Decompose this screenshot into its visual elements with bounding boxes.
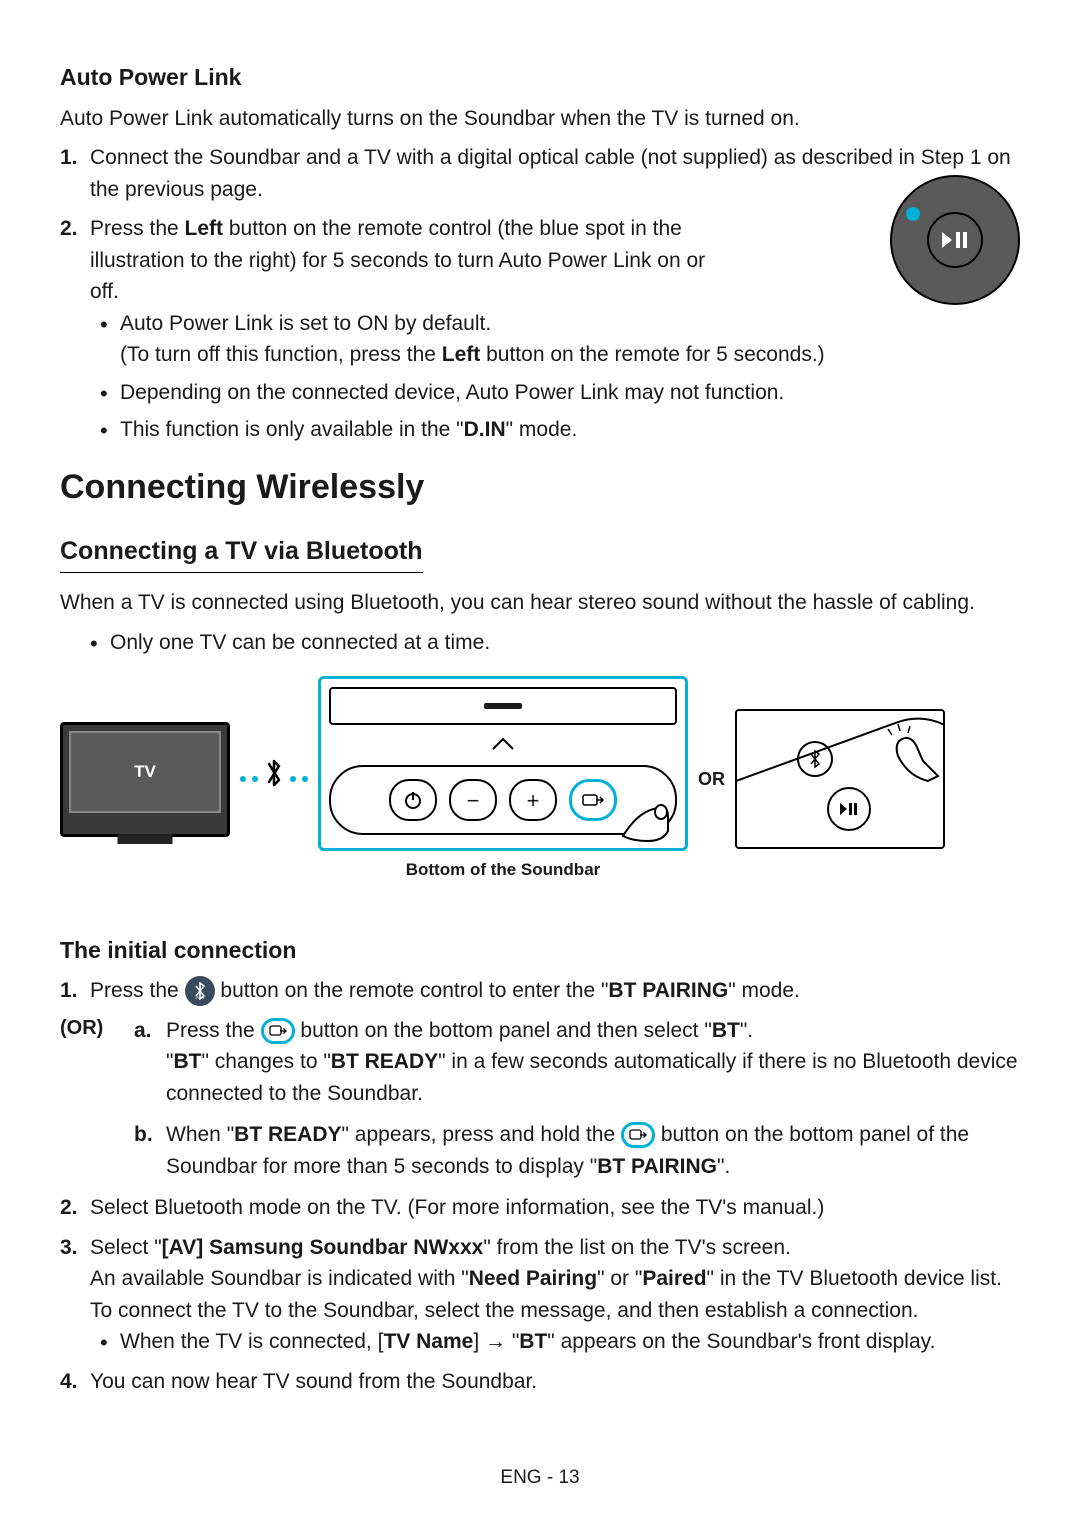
bluetooth-connection-icon <box>240 755 308 803</box>
bluetooth-icon <box>264 755 284 803</box>
source-button-highlighted <box>569 779 617 821</box>
ic-step-2: 2. Select Bluetooth mode on the TV. (For… <box>90 1192 1020 1224</box>
tv-figure: TV <box>60 722 230 837</box>
finger-press-icon <box>868 721 945 791</box>
page-footer: ENG - 13 <box>500 1464 579 1493</box>
connecting-via-bluetooth-heading: Connecting a TV via Bluetooth <box>60 533 423 574</box>
soundbar-top-view <box>329 687 677 725</box>
minus-button: − <box>449 779 497 821</box>
or-paren-label: (OR) <box>60 1013 103 1043</box>
source-inline-icon-2 <box>621 1122 655 1148</box>
source-inline-icon <box>261 1018 295 1044</box>
svg-text:PAIR: PAIR <box>195 995 204 1000</box>
or-label: OR <box>698 766 725 793</box>
apl-bullet-3: This function is only available in the "… <box>120 414 1020 446</box>
ic-step-1: 1. Press the PAIR button on the remote c… <box>90 975 1020 1007</box>
apl-step-1: 1. Connect the Soundbar and a TV with a … <box>90 142 1020 205</box>
power-button <box>389 779 437 821</box>
finger-tap-icon <box>613 796 703 846</box>
bt-pair-icon <box>808 749 822 769</box>
soundbar-caption: Bottom of the Soundbar <box>406 857 601 883</box>
ic-sub-a: a. Press the button on the bottom panel … <box>166 1015 1020 1110</box>
auto-power-link-steps: 1. Connect the Soundbar and a TV with a … <box>60 142 1020 446</box>
connecting-bullets: Only one TV can be connected at a time. <box>60 627 1020 659</box>
bt-pair-inline-icon: PAIR <box>185 976 215 1006</box>
apl-bullet-2: Depending on the connected device, Auto … <box>120 377 1020 409</box>
apl-step-2-bullets: Auto Power Link is set to ON by default.… <box>90 308 1020 446</box>
plus-button: + <box>509 779 557 821</box>
bluetooth-diagram: TV − + <box>60 676 1020 883</box>
apl-step-2: 2. Press the Left button on the remote c… <box>90 213 1020 446</box>
connecting-wirelessly-heading: Connecting Wirelessly <box>60 462 1020 513</box>
auto-power-link-title: Auto Power Link <box>60 60 1020 95</box>
initial-connection-title: The initial connection <box>60 933 1020 968</box>
ic-step-3: 3. Select "[AV] Samsung Soundbar NWxxx" … <box>90 1232 1020 1358</box>
arrow-up-icon <box>491 737 515 751</box>
ic-step-or: (OR) a. Press the button on the bottom p… <box>108 1015 1020 1183</box>
connecting-bullet-1: Only one TV can be connected at a time. <box>110 627 1020 659</box>
connecting-intro: When a TV is connected using Bluetooth, … <box>60 587 1020 619</box>
initial-connection-steps: 1. Press the PAIR button on the remote c… <box>60 975 1020 1397</box>
auto-power-link-intro: Auto Power Link automatically turns on t… <box>60 103 1020 135</box>
ic-step-4: 4. You can now hear TV sound from the So… <box>90 1366 1020 1398</box>
ic-step-3-bullet: When the TV is connected, [TV Name] → "B… <box>120 1326 1020 1358</box>
tv-screen-label: TV <box>69 731 221 813</box>
apl-bullet-1: Auto Power Link is set to ON by default.… <box>120 308 1020 371</box>
ic-sub-b: b. When "BT READY" appears, press and ho… <box>166 1119 1020 1182</box>
remote-pairing-figure <box>735 709 945 849</box>
